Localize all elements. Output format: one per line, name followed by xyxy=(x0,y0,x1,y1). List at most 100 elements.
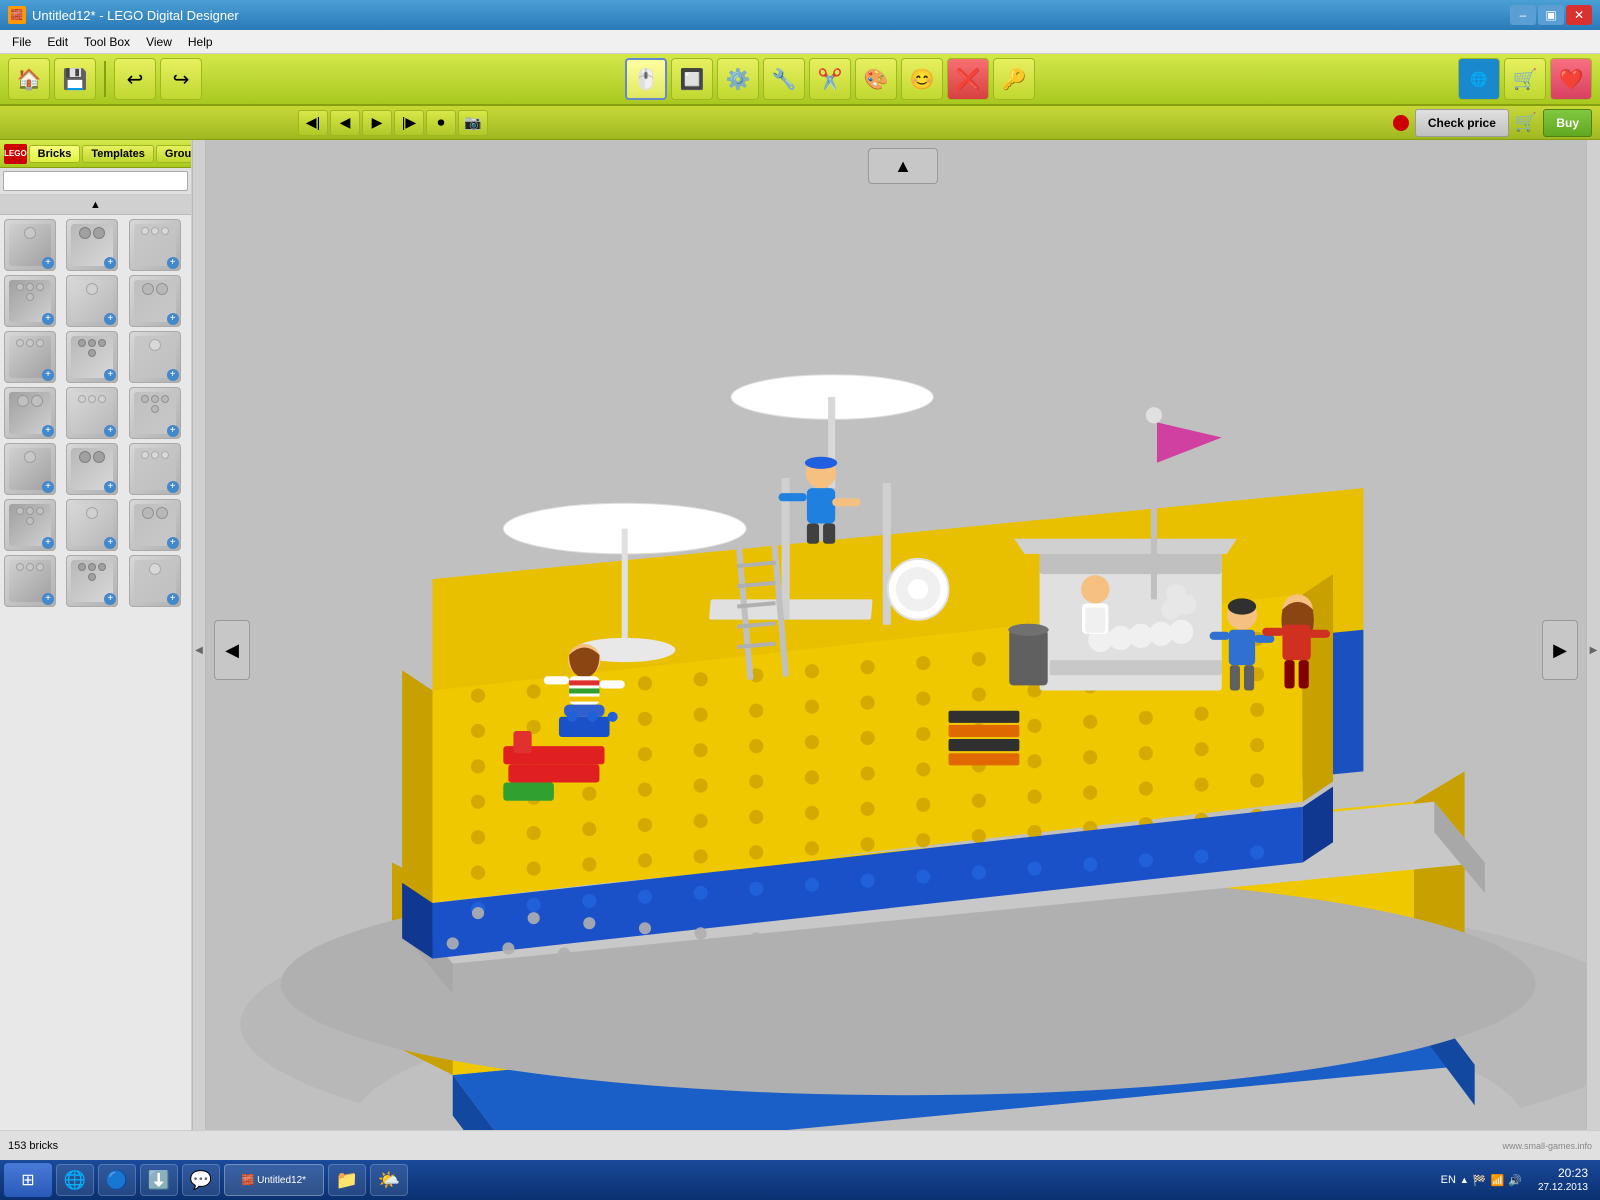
brick-count: 153 bricks xyxy=(8,1140,58,1152)
brick-add-8[interactable]: + xyxy=(167,369,179,381)
search-bar xyxy=(0,168,191,195)
brick-add-2[interactable]: + xyxy=(167,257,179,269)
minimize-button[interactable]: – xyxy=(1510,5,1536,25)
undo-button[interactable]: ↩ xyxy=(114,58,156,100)
brick-item-19[interactable]: + xyxy=(66,555,118,607)
hinge-tool[interactable]: 🔧 xyxy=(763,58,805,100)
brick-item-11[interactable]: + xyxy=(129,387,181,439)
buy-button[interactable]: Buy xyxy=(1543,109,1592,137)
brick-item-3[interactable]: + xyxy=(4,275,56,327)
close-button[interactable]: ✕ xyxy=(1566,5,1592,25)
tab-groups[interactable]: Groups xyxy=(156,145,192,163)
clone-tool[interactable]: 😊 xyxy=(901,58,943,100)
canvas-nav-left[interactable]: ◀ xyxy=(214,620,250,680)
brick-item-8[interactable]: + xyxy=(129,331,181,383)
brick-add-0[interactable]: + xyxy=(42,257,54,269)
hide-tool[interactable]: 🔑 xyxy=(993,58,1035,100)
tab-templates[interactable]: Templates xyxy=(82,145,154,163)
taskbar-skype[interactable]: 💬 xyxy=(182,1164,220,1196)
build-tool[interactable]: 🔲 xyxy=(671,58,713,100)
brick-item-1[interactable]: + xyxy=(66,219,118,271)
start-button[interactable]: ⊞ xyxy=(4,1163,52,1197)
brick-item-0[interactable]: + xyxy=(4,219,56,271)
brick-add-9[interactable]: + xyxy=(42,425,54,437)
menu-edit[interactable]: Edit xyxy=(39,33,76,51)
view-next-button[interactable]: |▶ xyxy=(394,110,424,136)
rotate-tool[interactable]: ⚙️ xyxy=(717,58,759,100)
view-back-button[interactable]: ◀ xyxy=(330,110,360,136)
brick-add-6[interactable]: + xyxy=(42,369,54,381)
canvas-nav-up[interactable]: ▲ xyxy=(868,148,938,184)
brick-add-18[interactable]: + xyxy=(42,593,54,605)
brick-item-9[interactable]: + xyxy=(4,387,56,439)
brick-item-7[interactable]: + xyxy=(66,331,118,383)
brick-item-14[interactable]: + xyxy=(129,443,181,495)
watermark: www.small-games.info xyxy=(1502,1141,1592,1151)
brick-item-12[interactable]: + xyxy=(4,443,56,495)
brick-add-19[interactable]: + xyxy=(104,593,116,605)
brick-item-17[interactable]: + xyxy=(129,499,181,551)
maximize-button[interactable]: ▣ xyxy=(1538,5,1564,25)
brick-add-15[interactable]: + xyxy=(42,537,54,549)
brick-add-3[interactable]: + xyxy=(42,313,54,325)
cart-icon: 🛒 xyxy=(1515,112,1537,133)
brick-item-16[interactable]: + xyxy=(66,499,118,551)
lego-scene: /* studs rendered below */ xyxy=(220,140,1586,1160)
tab-bricks[interactable]: Bricks xyxy=(29,145,81,163)
menu-help[interactable]: Help xyxy=(180,33,221,51)
menu-view[interactable]: View xyxy=(138,33,180,51)
taskbar-photo[interactable]: 🌤️ xyxy=(370,1164,408,1196)
view-screenshot-button[interactable]: 📷 xyxy=(458,110,488,136)
view-forward-button[interactable]: ▶ xyxy=(362,110,392,136)
taskbar-folder[interactable]: 📁 xyxy=(328,1164,366,1196)
taskbar-torrent[interactable]: ⬇️ xyxy=(140,1164,178,1196)
save-button[interactable]: 💾 xyxy=(54,58,96,100)
brick-item-4[interactable]: + xyxy=(66,275,118,327)
brick-item-5[interactable]: + xyxy=(129,275,181,327)
taskbar-lego[interactable]: 🧱 Untitled12* xyxy=(224,1164,324,1196)
brick-add-13[interactable]: + xyxy=(104,481,116,493)
select-tool[interactable]: 🖱️ xyxy=(625,58,667,100)
brick-item-18[interactable]: + xyxy=(4,555,56,607)
brick-add-20[interactable]: + xyxy=(167,593,179,605)
flex-tool[interactable]: ✂️ xyxy=(809,58,851,100)
sidebar-scroll-up[interactable]: ▲ xyxy=(0,195,191,215)
shopping-button[interactable]: 🛒 xyxy=(1504,58,1546,100)
brick-item-2[interactable]: + xyxy=(129,219,181,271)
wishlist-button[interactable]: ❤️ xyxy=(1550,58,1592,100)
brick-item-13[interactable]: + xyxy=(66,443,118,495)
brick-add-5[interactable]: + xyxy=(167,313,179,325)
check-price-button[interactable]: Check price xyxy=(1415,109,1509,137)
brick-add-12[interactable]: + xyxy=(42,481,54,493)
brick-item-6[interactable]: + xyxy=(4,331,56,383)
view-stop-button[interactable]: ⏺ xyxy=(426,110,456,136)
menu-file[interactable]: File xyxy=(4,33,39,51)
delete-tool[interactable]: ❌ xyxy=(947,58,989,100)
brick-add-17[interactable]: + xyxy=(167,537,179,549)
brick-item-10[interactable]: + xyxy=(66,387,118,439)
brick-add-1[interactable]: + xyxy=(104,257,116,269)
brick-add-4[interactable]: + xyxy=(104,313,116,325)
paint-tool[interactable]: 🎨 xyxy=(855,58,897,100)
designbyme-button[interactable]: 🌐 xyxy=(1458,58,1500,100)
redo-button[interactable]: ↪ xyxy=(160,58,202,100)
brick-add-14[interactable]: + xyxy=(167,481,179,493)
search-input[interactable] xyxy=(3,171,188,191)
menu-toolbox[interactable]: Tool Box xyxy=(76,33,138,51)
tray-arrow[interactable]: ▲ xyxy=(1460,1175,1469,1185)
status-bar: 153 bricks www.small-games.info xyxy=(0,1130,1600,1160)
lego-logo: LEGO xyxy=(4,144,27,164)
home-button[interactable]: 🏠 xyxy=(8,58,50,100)
taskbar-chrome[interactable]: 🔵 xyxy=(98,1164,136,1196)
brick-add-7[interactable]: + xyxy=(104,369,116,381)
brick-add-16[interactable]: + xyxy=(104,537,116,549)
taskbar-browser[interactable]: 🌐 xyxy=(56,1164,94,1196)
canvas-right-collapse[interactable]: ▶ xyxy=(1586,140,1600,1160)
brick-item-15[interactable]: + xyxy=(4,499,56,551)
sidebar-collapse-handle[interactable]: ◀ xyxy=(192,140,206,1160)
brick-item-20[interactable]: + xyxy=(129,555,181,607)
brick-add-11[interactable]: + xyxy=(167,425,179,437)
view-prev-button[interactable]: ◀| xyxy=(298,110,328,136)
canvas-nav-right[interactable]: ▶ xyxy=(1542,620,1578,680)
brick-add-10[interactable]: + xyxy=(104,425,116,437)
